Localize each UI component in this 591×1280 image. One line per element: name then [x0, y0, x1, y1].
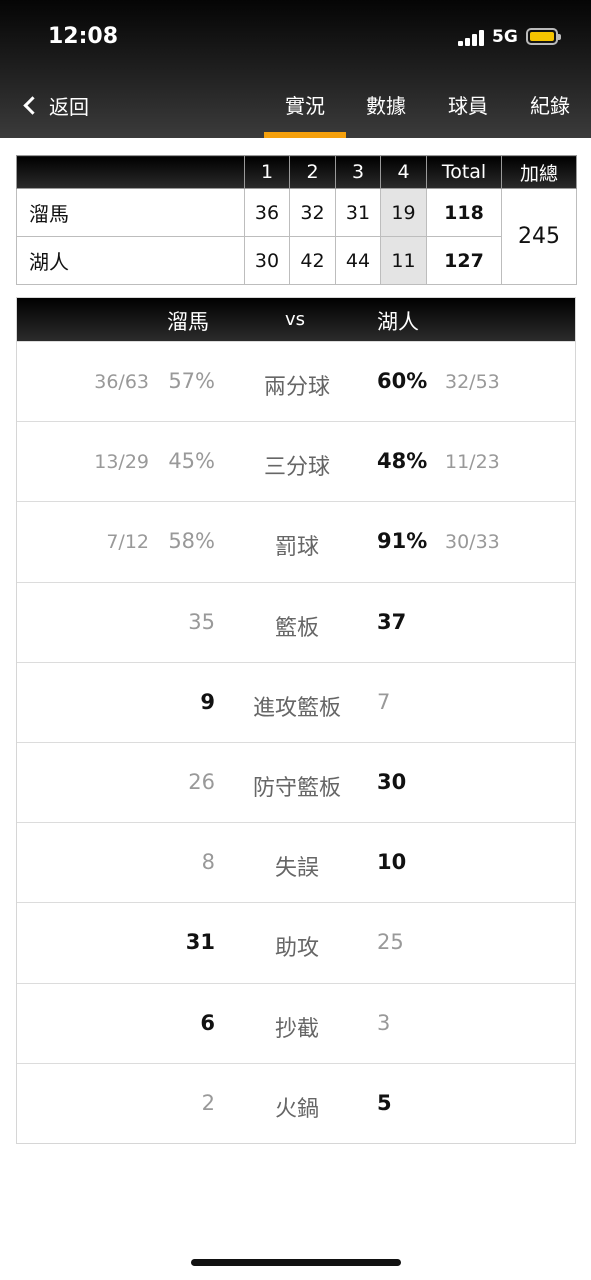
team-total: 127 [426, 236, 502, 285]
stat-label: 進攻籃板 [252, 695, 341, 721]
right-value: 5 [377, 1090, 392, 1115]
stat-label: 三分球 [263, 455, 330, 481]
left-fraction: 13/29 [94, 451, 149, 474]
score-table: 1 2 3 4 Total 加總 溜馬 36 32 31 19 118 245 … [16, 155, 577, 285]
stat-label: 失誤 [274, 856, 319, 882]
score-header-q4: 4 [380, 155, 427, 189]
score-header-team [16, 155, 245, 189]
list-item: 36/63 57% 兩分球 60% 32/53 [17, 341, 575, 421]
left-team-name: 溜馬 [167, 310, 209, 334]
score-header-q2: 2 [289, 155, 336, 189]
right-value: 37 [377, 609, 407, 634]
cellular-signal-icon [458, 30, 486, 46]
right-value: 7 [377, 689, 391, 714]
list-item: 9 進攻籃板 7 [17, 661, 575, 742]
status-time: 12:08 [48, 24, 119, 49]
stat-label: 防守籃板 [252, 775, 341, 801]
quarter-score: 36 [244, 188, 290, 237]
quarter-score: 11 [380, 236, 427, 285]
quarter-score: 31 [335, 188, 381, 237]
tab-records[interactable]: 紀錄 [509, 90, 591, 138]
quarter-score: 44 [335, 236, 381, 285]
stat-label: 兩分球 [263, 375, 330, 400]
right-value: 91% [377, 529, 428, 554]
score-header-row: 1 2 3 4 Total 加總 [16, 155, 577, 189]
score-header-q3: 3 [335, 155, 381, 189]
right-value: 30 [377, 769, 407, 794]
score-header-combined: 加總 [501, 155, 577, 189]
left-fraction: 7/12 [106, 531, 149, 554]
comparison-header: 溜馬 vs 湖人 [17, 298, 575, 341]
tab-players[interactable]: 球員 [427, 90, 509, 138]
stat-label: 籃板 [274, 615, 319, 641]
top-header: 12:08 5G 返回 實況 數據 球員 紀錄 [0, 0, 591, 138]
tab-live[interactable]: 實況 [264, 90, 346, 138]
vs-label: vs [285, 309, 306, 330]
right-fraction: 30/33 [445, 531, 500, 554]
right-fraction: 32/53 [445, 371, 500, 393]
list-item: 8 失誤 10 [17, 822, 575, 902]
list-item: 13/29 45% 三分球 48% 11/23 [17, 421, 575, 501]
stat-label: 火鍋 [274, 1096, 319, 1122]
quarter-score: 42 [289, 236, 336, 285]
list-item: 26 防守籃板 30 [17, 741, 575, 822]
right-fraction: 11/23 [445, 451, 500, 474]
network-type: 5G [492, 27, 518, 47]
score-header-q1: 1 [244, 155, 290, 189]
stat-label: 抄截 [274, 1016, 319, 1042]
stat-label: 助攻 [274, 936, 319, 962]
table-row: 溜馬 36 32 31 19 118 245 [16, 188, 577, 285]
home-indicator [191, 1259, 401, 1266]
quarter-score: 32 [289, 188, 336, 237]
right-value: 10 [377, 850, 407, 875]
table-row: 湖人 30 42 44 11 127 [16, 236, 577, 285]
team-name: 溜馬 [16, 188, 245, 237]
tab-stats[interactable]: 數據 [345, 90, 427, 138]
team-comparison: 溜馬 vs 湖人 36/63 57% 兩分球 60% 32/53 13/29 45% 三分球 4… [16, 297, 576, 1144]
battery-icon [526, 28, 561, 45]
tab-bar: 實況 數據 球員 紀錄 [0, 90, 591, 138]
list-item: 6 抄截 3 [17, 982, 575, 1063]
combined-total: 245 [501, 188, 577, 285]
stat-label: 罰球 [274, 535, 319, 561]
list-item: 35 籃板 37 [17, 581, 575, 662]
team-total: 118 [426, 188, 502, 237]
right-team-name: 湖人 [377, 310, 419, 334]
list-item: 31 助攻 25 [17, 902, 575, 982]
score-header-total: Total [426, 155, 502, 189]
right-value: 60% [377, 369, 428, 393]
right-value: 25 [377, 930, 404, 955]
quarter-score: 30 [244, 236, 290, 285]
list-item: 2 火鍋 5 [17, 1062, 575, 1143]
right-value: 3 [377, 1010, 391, 1035]
left-fraction: 36/63 [94, 371, 149, 393]
right-value: 48% [377, 449, 428, 474]
quarter-score: 19 [380, 188, 427, 237]
team-name: 湖人 [16, 236, 245, 285]
list-item: 7/12 58% 罰球 91% 30/33 [17, 501, 575, 581]
